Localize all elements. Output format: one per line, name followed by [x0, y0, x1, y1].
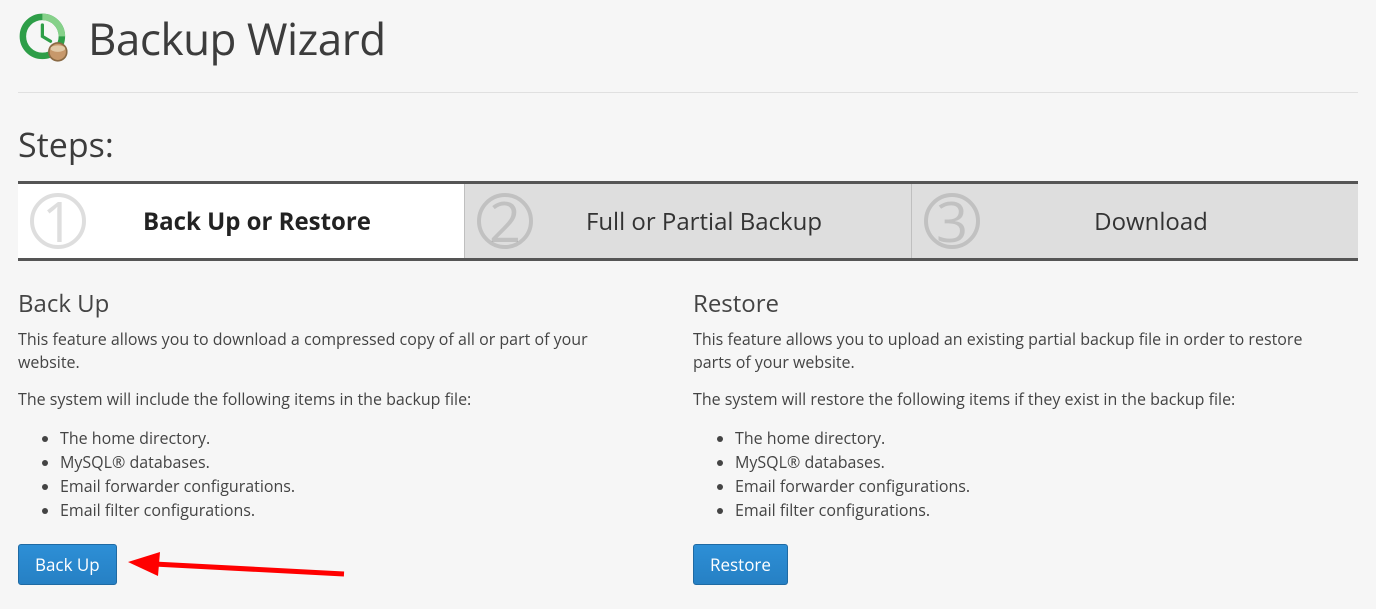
backup-column: Back Up This feature allows you to downl… — [18, 287, 683, 585]
backup-wizard-icon — [18, 12, 70, 64]
list-item: Email forwarder configurations. — [735, 474, 1318, 498]
step-tabs: 1 Back Up or Restore 2 Full or Partial B… — [18, 181, 1358, 261]
list-item: Email filter configurations. — [60, 498, 643, 522]
step-label-2: Full or Partial Backup — [586, 205, 822, 238]
backup-description: This feature allows you to download a co… — [18, 328, 643, 374]
step-label-3: Download — [1094, 205, 1208, 238]
annotation-arrow-icon — [126, 550, 346, 586]
restore-title: Restore — [693, 287, 1318, 320]
step-number-1-icon: 1 — [30, 193, 86, 249]
step-tab-1[interactable]: 1 Back Up or Restore — [18, 184, 465, 258]
restore-description: This feature allows you to upload an exi… — [693, 328, 1318, 374]
step-number-3-icon: 3 — [924, 193, 980, 249]
options-row: Back Up This feature allows you to downl… — [18, 287, 1358, 585]
step-tab-3[interactable]: 3 Download — [912, 184, 1358, 258]
restore-list-intro: The system will restore the following it… — [693, 388, 1318, 411]
page-title: Backup Wizard — [88, 8, 386, 68]
backup-button[interactable]: Back Up — [18, 544, 117, 585]
step-tab-2[interactable]: 2 Full or Partial Backup — [465, 184, 912, 258]
list-item: Email forwarder configurations. — [60, 474, 643, 498]
step-label-1: Back Up or Restore — [143, 205, 371, 238]
list-item: MySQL® databases. — [735, 450, 1318, 474]
restore-button[interactable]: Restore — [693, 544, 788, 585]
list-item: The home directory. — [60, 426, 643, 450]
steps-heading: Steps: — [18, 121, 1358, 167]
restore-column: Restore This feature allows you to uploa… — [683, 287, 1358, 585]
list-item: Email filter configurations. — [735, 498, 1318, 522]
restore-list: The home directory. MySQL® databases. Em… — [693, 426, 1318, 522]
page-header: Backup Wizard — [18, 0, 1358, 93]
backup-list-intro: The system will include the following it… — [18, 388, 643, 411]
list-item: The home directory. — [735, 426, 1318, 450]
backup-list: The home directory. MySQL® databases. Em… — [18, 426, 643, 522]
step-number-2-icon: 2 — [477, 193, 533, 249]
backup-title: Back Up — [18, 287, 643, 320]
list-item: MySQL® databases. — [60, 450, 643, 474]
